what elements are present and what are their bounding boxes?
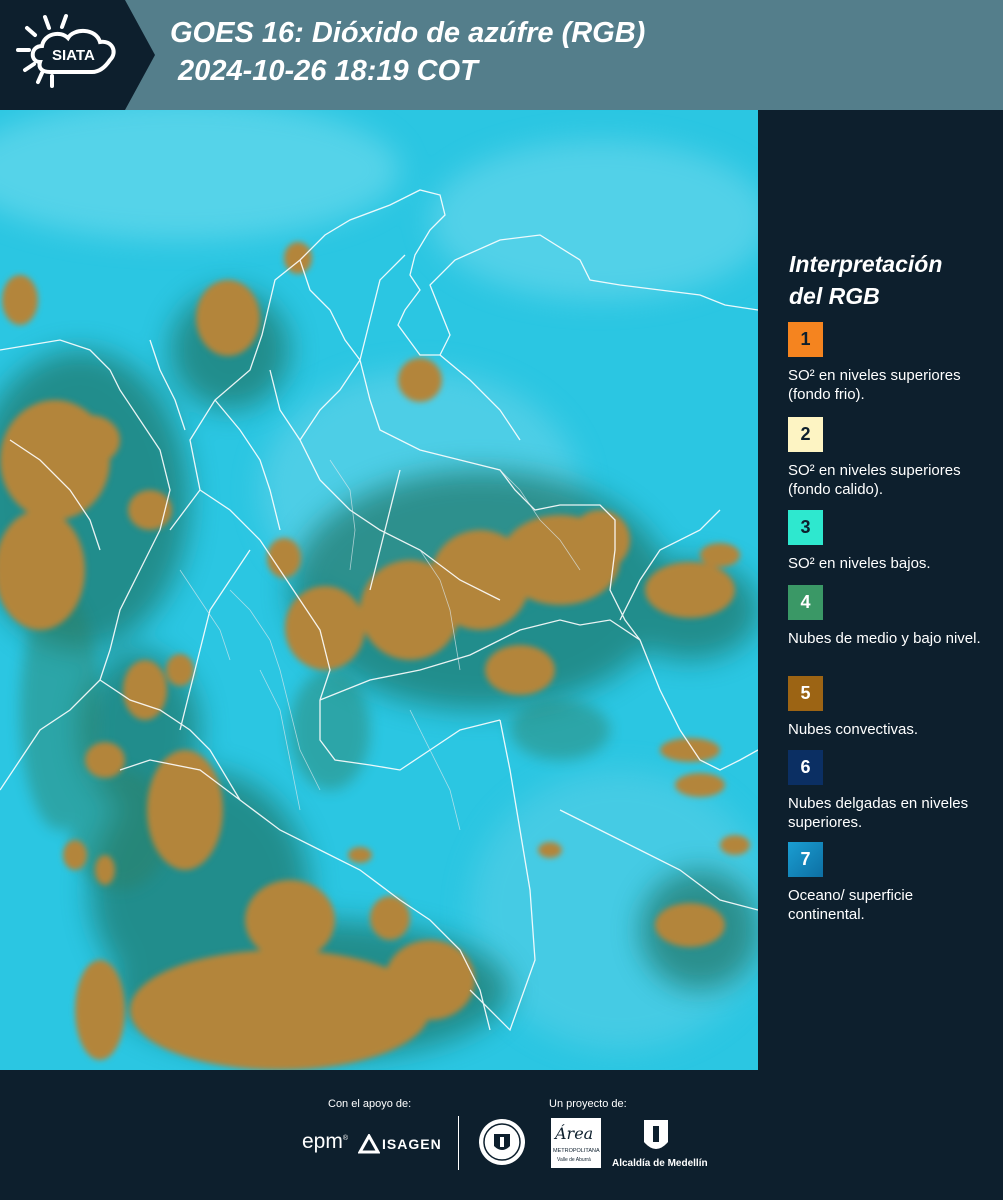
legend-title-line-1: Interpretación — [789, 251, 943, 277]
alcaldia-label: Alcaldía de Medellín — [612, 1158, 708, 1169]
title-line-1: GOES 16: Dióxido de azúfre (RGB) — [170, 17, 646, 49]
legend-item-5: 5 Nubes convectivas. — [788, 676, 993, 739]
alcaldia-shield-icon — [642, 1118, 670, 1156]
project-label: Un proyecto de: — [549, 1098, 627, 1110]
page-title: GOES 16: Dióxido de azúfre (RGB) 2024-10… — [170, 14, 645, 90]
legend-swatch-6: 6 — [788, 750, 823, 785]
legend-label-7: Oceano/ superficie continental. — [788, 887, 914, 923]
isagen-icon — [357, 1132, 381, 1156]
legend-title-line-2: del RGB — [789, 283, 880, 309]
legend-swatch-7: 7 — [788, 842, 823, 877]
footer-divider — [458, 1116, 459, 1170]
medellin-seal-icon — [478, 1118, 526, 1166]
epm-logo: epm® — [302, 1130, 349, 1153]
area-metropolitana-logo: Área METROPOLITANA Valle de Aburrá — [551, 1118, 601, 1168]
area-logo-sub2: Valle de Aburrá — [557, 1157, 591, 1163]
legend-item-4: 4 Nubes de medio y bajo nivel. — [788, 585, 993, 648]
satellite-map[interactable] — [0, 110, 758, 1070]
siata-logo: SIATA — [0, 0, 155, 110]
legend-swatch-2: 2 — [788, 417, 823, 452]
header-bar: SIATA GOES 16: Dióxido de azúfre (RGB) 2… — [0, 0, 1003, 110]
legend-item-6: 6 Nubes delgadas en niveles superiores. — [788, 750, 993, 832]
area-logo-sub1: METROPOLITANA — [553, 1148, 600, 1154]
legend-item-3: 3 SO² en niveles bajos. — [788, 510, 993, 573]
legend-label-1: SO² en niveles superiores (fondo frio). — [788, 367, 961, 403]
support-label: Con el apoyo de: — [328, 1098, 412, 1110]
legend-label-2: SO² en niveles superiores (fondo calido)… — [788, 462, 961, 498]
title-line-2: 2024-10-26 18:19 COT — [170, 55, 478, 87]
legend-label-3: SO² en niveles bajos. — [788, 555, 931, 572]
legend-swatch-3: 3 — [788, 510, 823, 545]
legend-title: Interpretación del RGB — [789, 248, 989, 312]
area-logo-main: Área — [555, 1124, 594, 1143]
siata-logo-text: SIATA — [52, 47, 95, 64]
legend-swatch-5: 5 — [788, 676, 823, 711]
legend-swatch-4: 4 — [788, 585, 823, 620]
legend-swatch-1: 1 — [788, 322, 823, 357]
isagen-logo: ISAGEN — [382, 1136, 442, 1152]
legend-label-4: Nubes de medio y bajo nivel. — [788, 630, 981, 647]
satellite-image — [0, 110, 758, 1070]
legend-panel: Interpretación del RGB 1 SO² en niveles … — [758, 110, 1003, 1070]
legend-item-7: 7 Oceano/ superficie continental. — [788, 842, 993, 924]
legend-label-6: Nubes delgadas en niveles superiores. — [788, 795, 969, 831]
legend-label-5: Nubes convectivas. — [788, 721, 919, 738]
epm-logo-text: epm — [302, 1130, 343, 1153]
footer-bar: Con el apoyo de: Un proyecto de: epm® IS… — [0, 1070, 1003, 1200]
legend-item-1: 1 SO² en niveles superiores (fondo frio)… — [788, 322, 993, 404]
legend-item-2: 2 SO² en niveles superiores (fondo calid… — [788, 417, 993, 499]
